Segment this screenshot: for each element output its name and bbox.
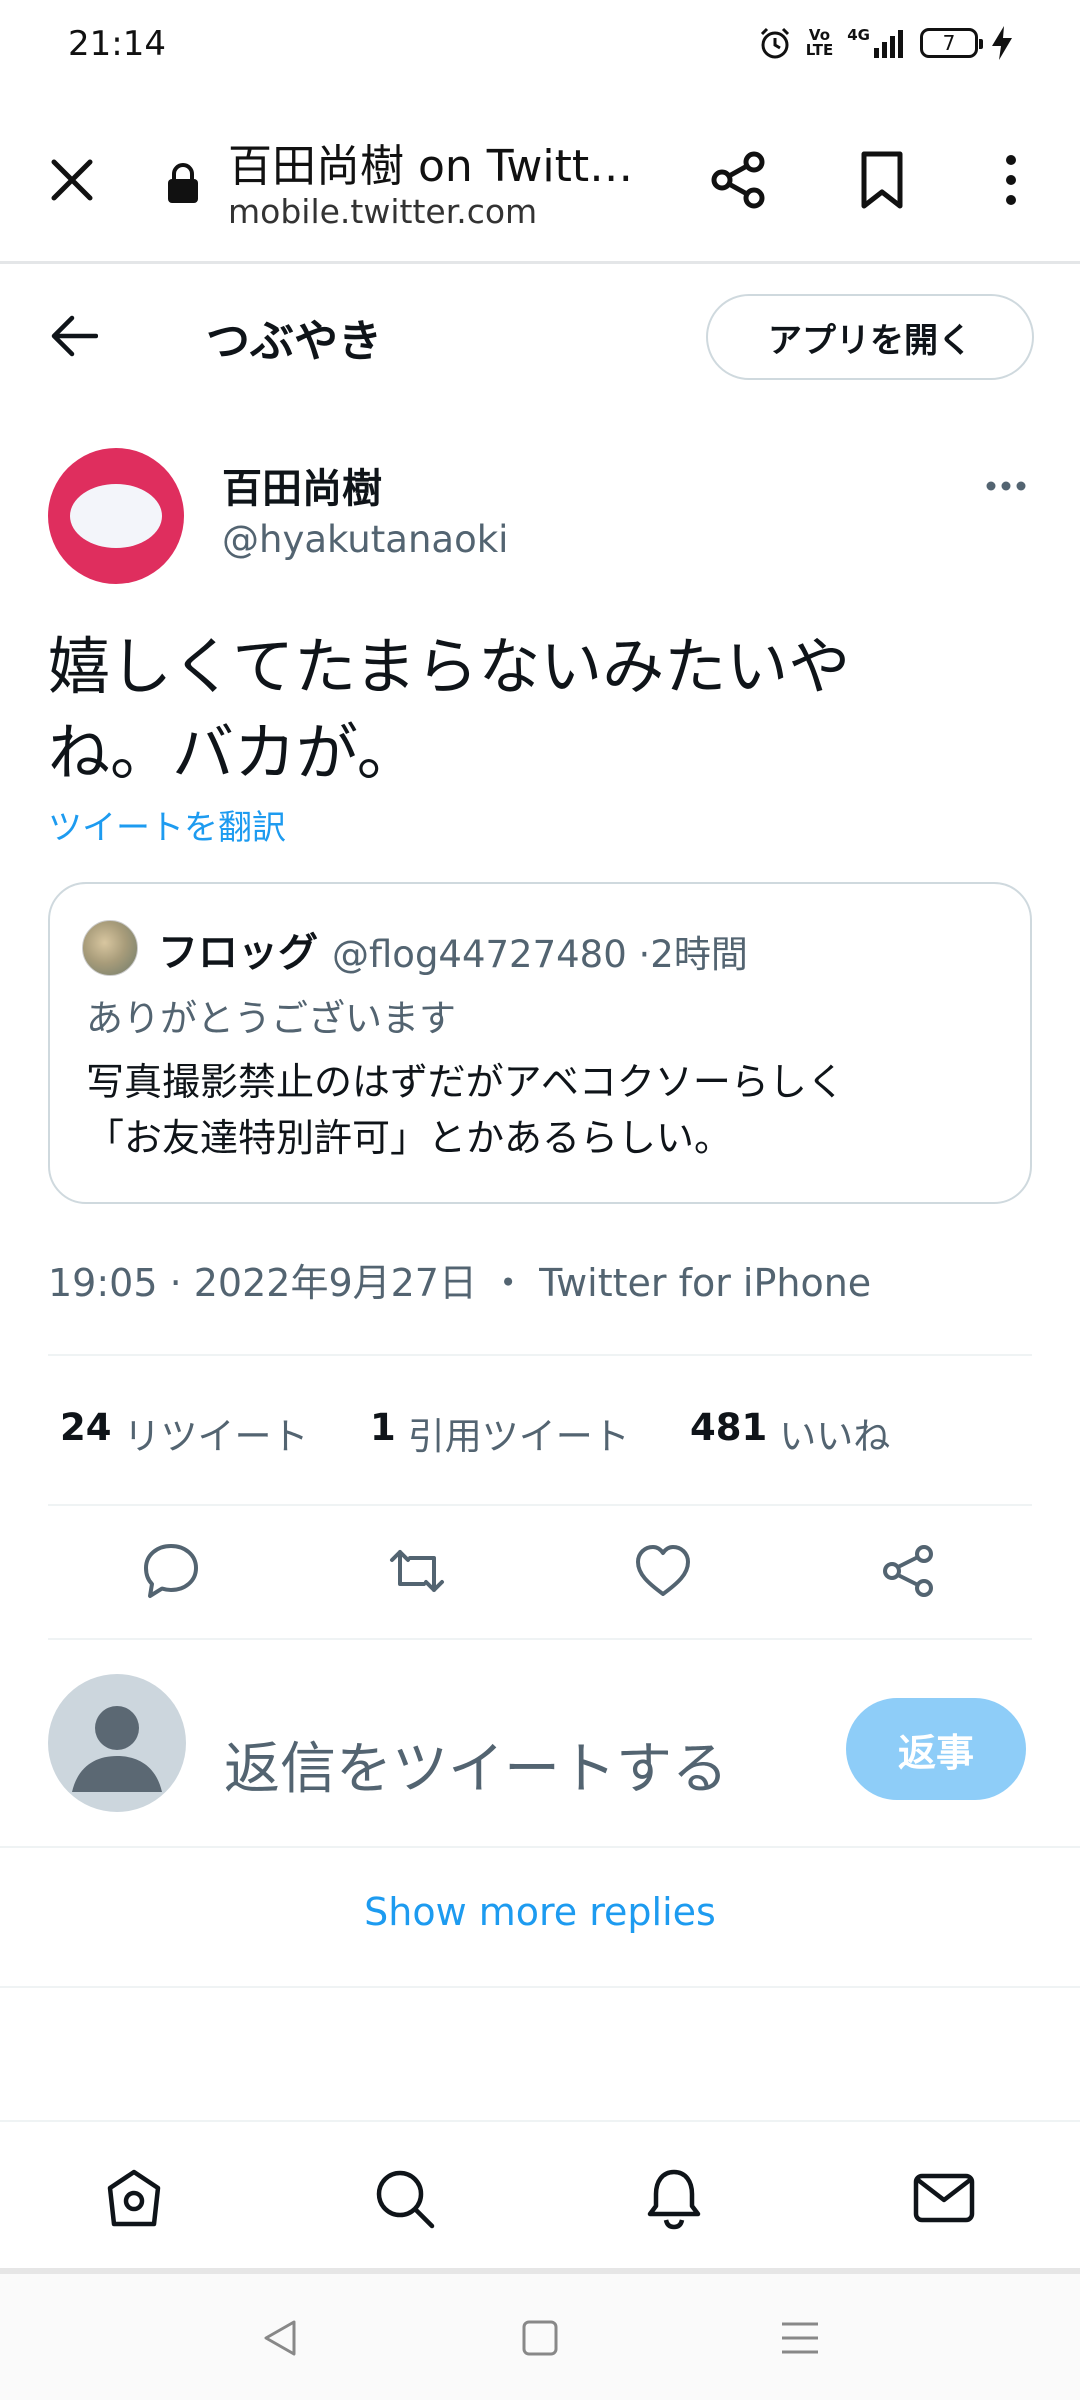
quotes-count: 1 <box>370 1406 396 1449</box>
status-time: 21:14 <box>68 24 166 64</box>
page-title: つぶやき <box>206 316 382 367</box>
retweets-count: 24 <box>60 1406 112 1449</box>
status-icons: Vo LTE 4G 7 <box>758 26 1012 60</box>
open-app-button[interactable]: アプリを開く <box>706 294 1034 380</box>
share-tweet-icon[interactable] <box>878 1540 940 1602</box>
browser-bar: 百田尚樹 on Twitt… mobile.twitter.com <box>0 96 1080 264</box>
messages-envelope-icon[interactable] <box>912 2166 976 2230</box>
share-icon[interactable] <box>708 150 768 210</box>
back-arrow-icon[interactable] <box>50 314 98 358</box>
quoted-reply-line: ありがとうございます <box>86 997 456 1040</box>
likes-label: いいね <box>779 1415 891 1458</box>
quoted-author-handle-time: @flog44727480 ·2時間 <box>332 933 748 976</box>
quoted-text-line: 写真撮影禁止のはずだがアベコクソーらしく <box>86 1060 845 1104</box>
status-bar: 21:14 Vo LTE 4G 7 <box>0 0 1080 96</box>
quoted-text-line: 「お友達特別許可」とかあるらしい。 <box>86 1116 733 1160</box>
quote-tweets-stat[interactable]: 1 引用ツイート <box>370 1406 690 1460</box>
reply-submit-button[interactable]: 返事 <box>846 1698 1026 1800</box>
more-options-icon[interactable] <box>984 474 1028 498</box>
charging-icon <box>992 26 1012 60</box>
tweet-timestamp-source: 19:05 · 2022年9月27日 ・ Twitter for iPhone <box>48 1261 872 1305</box>
like-heart-icon[interactable] <box>632 1540 694 1602</box>
quoted-author-name: フロッグ <box>158 930 318 976</box>
volte-bottom: LTE <box>805 41 834 59</box>
tweet-stats: 24 リツイート 1 引用ツイート 481 いいね <box>60 1406 890 1460</box>
author-handle[interactable]: @hyakutanaoki <box>222 518 508 561</box>
tweet-text-line: ね。バカが。 <box>48 716 419 789</box>
divider <box>48 1354 1032 1356</box>
search-icon[interactable] <box>372 2166 436 2230</box>
user-avatar-placeholder <box>48 1674 186 1812</box>
retweets-stat[interactable]: 24 リツイート <box>60 1406 370 1460</box>
alarm-icon <box>758 26 792 60</box>
notifications-bell-icon[interactable] <box>642 2166 706 2230</box>
quoted-tweet-card[interactable]: フロッグ @flog44727480 ·2時間 ありがとうございます 写真撮影禁… <box>48 882 1032 1204</box>
tweet-text-line: 嬉しくてたまらないみたいや <box>48 630 851 703</box>
close-icon[interactable] <box>48 156 96 204</box>
author-avatar[interactable] <box>48 448 184 584</box>
lock-icon[interactable] <box>166 162 200 204</box>
bottom-navigation <box>0 2120 1080 2268</box>
retweet-icon[interactable] <box>386 1540 448 1602</box>
likes-stat[interactable]: 481 いいね <box>690 1406 890 1460</box>
signal-icon: 4G <box>847 28 906 58</box>
network-type: 4G <box>847 26 870 44</box>
retweets-label: リツイート <box>123 1415 309 1458</box>
quotes-label: 引用ツイート <box>407 1415 630 1458</box>
likes-count: 481 <box>690 1406 768 1449</box>
volte-indicator: Vo LTE <box>806 28 834 58</box>
home-square-icon[interactable] <box>520 2318 560 2358</box>
divider <box>0 1846 1080 1848</box>
show-more-replies-link[interactable]: Show more replies <box>0 1890 1080 1934</box>
author-name[interactable]: 百田尚樹 <box>222 456 382 514</box>
overflow-menu-icon[interactable] <box>996 152 1026 208</box>
quoted-author-avatar <box>82 920 138 976</box>
battery-icon: 7 <box>920 28 983 58</box>
divider <box>48 1504 1032 1506</box>
browser-url[interactable]: mobile.twitter.com <box>228 192 537 231</box>
system-navigation-bar <box>0 2268 1080 2400</box>
bookmark-icon[interactable] <box>858 150 906 210</box>
home-icon[interactable] <box>102 2166 166 2230</box>
reply-input[interactable]: 返信をツイートする <box>224 1724 784 1805</box>
tweet-text: 嬉しくてたまらないみたいや ね。バカが。 <box>48 624 988 796</box>
divider <box>48 1638 1032 1640</box>
divider <box>0 1986 1080 1988</box>
quoted-tweet-text: 写真撮影禁止のはずだがアベコクソーらしく 「お友達特別許可」とかあるらしい。 <box>86 1054 1006 1166</box>
browser-page-title: 百田尚樹 on Twitt… <box>228 141 634 192</box>
recent-apps-menu-icon[interactable] <box>780 2318 820 2358</box>
battery-level: 7 <box>942 31 956 55</box>
translate-tweet-link[interactable]: ツイートを翻訳 <box>48 800 286 849</box>
reply-icon[interactable] <box>140 1540 202 1602</box>
back-triangle-icon[interactable] <box>260 2318 300 2358</box>
